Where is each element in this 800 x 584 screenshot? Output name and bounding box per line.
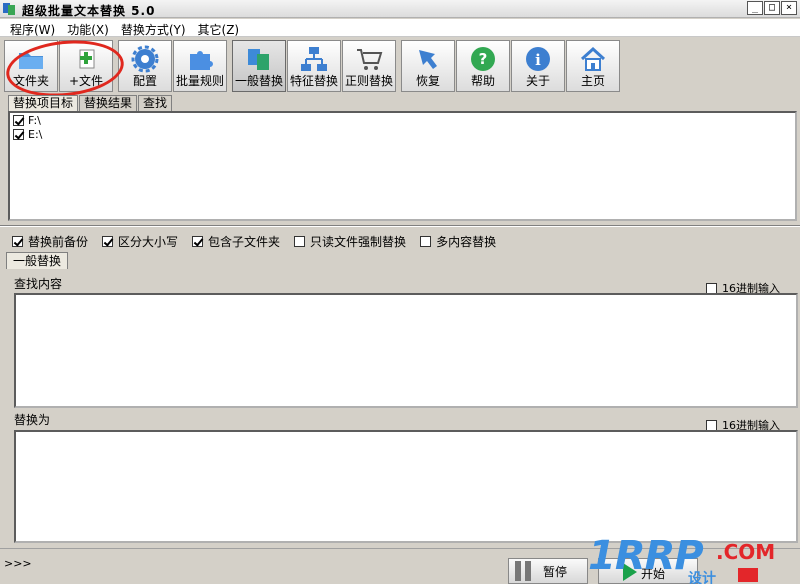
- backup-checkbox[interactable]: [12, 236, 23, 247]
- tab-normal-replace[interactable]: 一般替换: [6, 252, 69, 269]
- replace-hex-checkbox[interactable]: [706, 419, 717, 431]
- home-icon: [580, 46, 606, 71]
- target-checkbox[interactable]: [13, 128, 24, 140]
- list-item[interactable]: F:\: [10, 113, 795, 127]
- config-label: 配置: [132, 74, 157, 88]
- pause-icon: [515, 561, 531, 581]
- add-file-icon: [79, 49, 95, 69]
- menu-other[interactable]: 其它(Z): [194, 19, 248, 37]
- target-tabs: 替换项目标 替换结果 查找: [8, 95, 173, 111]
- svg-text:i: i: [535, 51, 541, 69]
- option-force-readonly[interactable]: 只读文件强制替换: [294, 233, 406, 250]
- config-button[interactable]: 配置: [118, 40, 172, 92]
- home-button[interactable]: 主页: [566, 40, 620, 92]
- folder-icon: [19, 53, 43, 69]
- play-icon: [623, 563, 637, 581]
- puzzle-icon: [190, 51, 213, 70]
- about-label: 关于: [525, 74, 550, 88]
- tab-replace-targets[interactable]: 替换项目标: [8, 95, 79, 111]
- home-label: 主页: [580, 74, 605, 88]
- svg-text:?: ?: [479, 50, 488, 68]
- list-item[interactable]: E:\: [10, 127, 795, 141]
- option-include-subfolders[interactable]: 包含子文件夹: [192, 233, 280, 250]
- help-icon: ?: [471, 47, 495, 71]
- batch-rules-label: 批量规则: [175, 74, 224, 88]
- replace-textarea[interactable]: [14, 430, 798, 543]
- window-title: 超级批量文本替换 5.0: [22, 4, 156, 18]
- restore-label: 恢复: [415, 74, 440, 88]
- force-readonly-label: 只读文件强制替换: [310, 235, 407, 249]
- target-label: F:\: [28, 113, 41, 127]
- cart-icon: [357, 49, 383, 70]
- find-textarea[interactable]: [14, 293, 798, 408]
- multi-content-label: 多内容替换: [436, 235, 497, 249]
- option-multi-content[interactable]: 多内容替换: [420, 233, 496, 250]
- status-text: >>>: [4, 557, 32, 570]
- toolbar: 文件夹 +文件 配置 批量规则 一般替换 特征替换 正则替换 恢复 ? 帮助 i…: [4, 40, 621, 94]
- help-button[interactable]: ? 帮助: [456, 40, 510, 92]
- feature-replace-button[interactable]: 特征替换: [287, 40, 341, 92]
- find-label: 查找内容: [14, 277, 63, 291]
- menu-replace-mode[interactable]: 替换方式(Y): [117, 19, 194, 37]
- target-label: E:\: [28, 127, 43, 141]
- tab-find[interactable]: 查找: [138, 95, 173, 111]
- add-file-button[interactable]: +文件: [59, 40, 113, 92]
- tab-replace-results[interactable]: 替换结果: [79, 95, 138, 111]
- add-file-label: +文件: [68, 74, 104, 88]
- batch-rules-button[interactable]: 批量规则: [173, 40, 227, 92]
- normal-replace-label: 一般替换: [234, 74, 283, 88]
- target-list[interactable]: F:\ E:\: [8, 111, 797, 221]
- case-sensitive-label: 区分大小写: [118, 235, 179, 249]
- restore-arrow-icon: [419, 50, 437, 69]
- force-readonly-checkbox[interactable]: [294, 236, 306, 247]
- options-row: 替换前备份 区分大小写 包含子文件夹 只读文件强制替换 多内容替换: [12, 233, 510, 250]
- divider: [0, 225, 800, 227]
- folder-label: 文件夹: [12, 74, 49, 88]
- gear-icon: [131, 45, 159, 73]
- multi-content-checkbox[interactable]: [420, 236, 432, 247]
- title-bar: 超级批量文本替换 5.0 _ □ ×: [0, 0, 800, 18]
- target-checkbox[interactable]: [13, 114, 24, 126]
- menu-bar: 程序(W) 功能(X) 替换方式(Y) 其它(Z): [0, 19, 800, 37]
- regex-replace-label: 正则替换: [344, 74, 393, 88]
- feature-replace-label: 特征替换: [289, 74, 338, 88]
- regex-replace-button[interactable]: 正则替换: [342, 40, 396, 92]
- pause-button[interactable]: 暂停: [508, 558, 588, 584]
- minimize-button[interactable]: _: [747, 1, 763, 15]
- replace-label: 替换为: [14, 413, 51, 427]
- start-label: 开始: [641, 567, 666, 581]
- info-icon: i: [526, 47, 550, 71]
- include-subfolders-checkbox[interactable]: [192, 236, 204, 247]
- case-sensitive-checkbox[interactable]: [102, 236, 114, 247]
- normal-replace-button[interactable]: 一般替换: [232, 40, 286, 92]
- include-subfolders-label: 包含子文件夹: [208, 235, 281, 249]
- backup-label: 替换前备份: [28, 235, 89, 249]
- maximize-button[interactable]: □: [764, 1, 780, 15]
- menu-program[interactable]: 程序(W): [6, 19, 63, 37]
- start-button[interactable]: 开始: [598, 558, 698, 584]
- option-case-sensitive[interactable]: 区分大小写: [102, 233, 178, 250]
- menu-function[interactable]: 功能(X): [63, 19, 117, 37]
- option-backup[interactable]: 替换前备份: [12, 233, 88, 250]
- pause-label: 暂停: [543, 564, 568, 579]
- restore-button[interactable]: 恢复: [401, 40, 455, 92]
- close-button[interactable]: ×: [781, 1, 797, 15]
- help-label: 帮助: [470, 74, 495, 88]
- about-button[interactable]: i 关于: [511, 40, 565, 92]
- hierarchy-icon: [301, 47, 327, 71]
- find-hex-checkbox[interactable]: [706, 282, 717, 294]
- replace-documents-icon: [248, 49, 269, 70]
- folder-button[interactable]: 文件夹: [4, 40, 58, 92]
- app-icon: [3, 3, 15, 15]
